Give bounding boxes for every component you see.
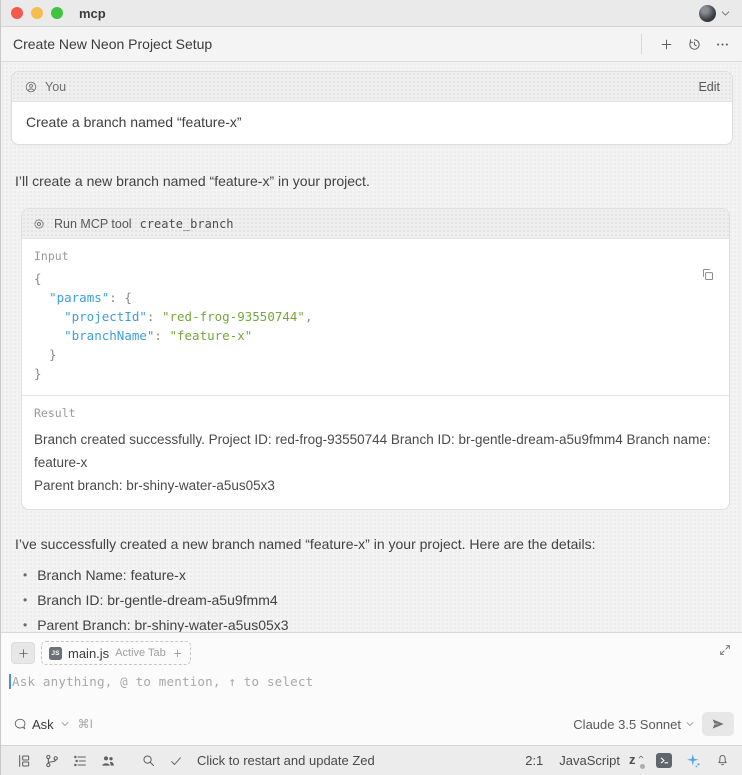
model-name: Claude 3.5 Sonnet <box>573 717 681 732</box>
thread-header: Create New Neon Project Setup <box>1 27 742 62</box>
mode-selector[interactable]: Ask <box>13 717 71 732</box>
terminal-icon <box>656 753 672 768</box>
search-button[interactable] <box>135 749 161 773</box>
tool-result-text: Branch created successfully. Project ID:… <box>34 428 717 474</box>
tool-input-section: Input { "params": { "projectId": "red-fr… <box>22 239 729 395</box>
divider <box>641 34 642 54</box>
project-panel-icon <box>16 753 32 769</box>
text-cursor <box>9 674 11 689</box>
titlebar: mcp <box>1 0 742 27</box>
input-label: Input <box>34 249 717 263</box>
assistant-panel-button[interactable] <box>682 749 704 773</box>
chevron-down-icon <box>59 718 71 730</box>
plus-icon <box>17 647 30 660</box>
history-icon <box>687 37 702 52</box>
thread-title: Create New Neon Project Setup <box>13 36 212 52</box>
zed-window: { "colors": { "accent_blue": "#3E9EDC", … <box>0 0 742 775</box>
user-icon <box>24 80 38 94</box>
user-avatar[interactable] <box>699 5 716 22</box>
notifications-button[interactable] <box>712 749 732 773</box>
user-message-card: You Edit Create a branch named “feature-… <box>11 71 733 145</box>
terminal-panel-button[interactable] <box>654 749 674 773</box>
message-author: You <box>45 80 66 94</box>
assistant-intro-text: I’ll create a new branch named “feature-… <box>1 171 742 191</box>
git-branch-icon <box>44 753 60 769</box>
plus-icon <box>659 37 674 52</box>
gear-icon <box>32 217 46 231</box>
tool-result-text: Parent branch: br-shiny-water-a5us05x3 <box>34 474 717 497</box>
ai-sparkle-icon <box>685 752 702 769</box>
message-input-placeholder: Ask anything, @ to mention, ↑ to select <box>12 674 313 689</box>
chevron-down-icon[interactable] <box>719 7 732 20</box>
tool-name: create_branch <box>140 217 234 231</box>
window-title: mcp <box>79 6 106 21</box>
edit-prediction-button[interactable]: z <box>628 752 646 770</box>
context-chip-badge: Active Tab <box>115 647 166 659</box>
check-icon <box>169 754 183 768</box>
outline-panel-button[interactable] <box>67 749 93 773</box>
history-button[interactable] <box>682 32 706 56</box>
result-label: Result <box>34 406 717 420</box>
chat-bubble-icon <box>13 717 27 731</box>
git-panel-button[interactable] <box>39 749 65 773</box>
close-window-button[interactable] <box>11 7 23 19</box>
edit-message-button[interactable]: Edit <box>698 80 720 94</box>
assistant-summary-text: I’ve successfully created a new branch n… <box>1 534 742 554</box>
people-icon <box>100 753 116 769</box>
tool-header-prefix: Run MCP tool <box>54 217 132 231</box>
plus-icon[interactable] <box>172 648 183 659</box>
mcp-tool-card: Run MCP tool create_branch Input { "para… <box>21 208 730 510</box>
search-icon <box>141 753 156 768</box>
outline-list-icon <box>72 753 88 769</box>
send-button[interactable] <box>702 712 734 736</box>
chevron-up-icon <box>637 753 645 761</box>
mode-shortcut: ⌘I <box>78 717 93 731</box>
expand-composer-button[interactable] <box>718 643 732 662</box>
new-thread-button[interactable] <box>654 32 678 56</box>
send-icon <box>710 716 726 732</box>
add-context-button[interactable] <box>11 642 35 664</box>
context-chip-main-js[interactable]: JS main.js Active Tab <box>41 641 191 665</box>
chevron-down-icon <box>684 718 696 730</box>
message-composer: JS main.js Active Tab Ask anything, @ to… <box>1 632 742 745</box>
zoom-window-button[interactable] <box>51 7 63 19</box>
edit-prediction-icon: z <box>629 752 636 767</box>
copy-icon <box>700 267 715 282</box>
message-input[interactable]: Ask anything, @ to mention, ↑ to select <box>1 665 742 689</box>
bell-icon <box>715 753 730 768</box>
copy-code-button[interactable] <box>700 267 715 287</box>
collab-panel-button[interactable] <box>95 749 121 773</box>
model-selector[interactable]: Claude 3.5 Sonnet <box>573 717 696 732</box>
expand-icon <box>718 643 732 657</box>
list-item: •Parent Branch: br-shiny-water-a5us05x3 <box>23 613 728 632</box>
list-item: •Branch ID: br-gentle-dream-a5u9fmm4 <box>23 588 728 613</box>
tool-card-header[interactable]: Run MCP tool create_branch <box>22 209 729 239</box>
update-notification[interactable]: Click to restart and update Zed <box>197 753 375 768</box>
traffic-lights <box>11 7 63 19</box>
mode-label: Ask <box>32 717 54 732</box>
tool-result-section: Result Branch created successfully. Proj… <box>22 396 729 509</box>
user-message-header: You Edit <box>12 72 732 102</box>
javascript-file-icon: JS <box>49 647 62 660</box>
minimize-window-button[interactable] <box>31 7 43 19</box>
language-selector[interactable]: JavaScript <box>559 753 620 768</box>
status-dot <box>640 764 645 769</box>
conversation-panel: You Edit Create a branch named “feature-… <box>1 62 742 632</box>
more-options-button[interactable] <box>710 32 734 56</box>
project-panel-button[interactable] <box>11 749 37 773</box>
list-item: •Branch Name: feature-x <box>23 563 728 588</box>
status-bar: Click to restart and update Zed 2:1 Java… <box>1 745 742 775</box>
ellipsis-icon <box>715 37 730 52</box>
tool-input-code: { "params": { "projectId": "red-frog-935… <box>34 269 717 383</box>
branch-details-list: •Branch Name: feature-x •Branch ID: br-g… <box>1 563 742 632</box>
user-message-text: Create a branch named “feature-x” <box>12 102 732 144</box>
context-file-name: main.js <box>68 646 109 661</box>
diagnostics-button[interactable] <box>163 749 189 773</box>
cursor-position[interactable]: 2:1 <box>525 753 543 768</box>
